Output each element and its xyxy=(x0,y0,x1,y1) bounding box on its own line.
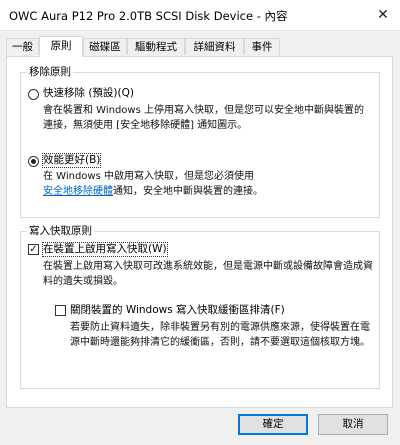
close-button[interactable]: ✕ xyxy=(374,6,392,24)
better-performance-description: 在 Windows 中啟用寫入快取，但是您必須使用 安全地移除硬體通知，安全地中… xyxy=(43,169,373,199)
better-performance-radio[interactable] xyxy=(28,156,39,167)
window-title: OWC Aura P12 Pro 2.0TB SCSI Disk Device … xyxy=(9,9,288,23)
ok-button[interactable]: 確定 xyxy=(238,414,308,435)
tab-driver[interactable]: 驅動程式 xyxy=(127,38,185,55)
cancel-button[interactable]: 取消 xyxy=(318,414,388,435)
quick-removal-label[interactable]: 快速移除 (預設)(Q) xyxy=(43,87,134,100)
tab-general[interactable]: 一般 xyxy=(6,38,39,55)
better-performance-text-1: 在 Windows 中啟用寫入快取，但是您必須使用 xyxy=(43,171,254,182)
tab-policies[interactable]: 原則 xyxy=(39,36,83,57)
write-cache-policy-group: 寫入快取原則 ✓ 在裝置上啟用寫入快取(W) 在裝置上啟用寫入快取可改進系統效能… xyxy=(20,225,380,389)
radio-selected-dot xyxy=(31,159,36,164)
enable-write-cache-checkbox[interactable]: ✓ xyxy=(28,244,39,255)
tab-details[interactable]: 詳細資料 xyxy=(185,38,244,55)
quick-removal-description: 會在裝置和 Windows 上停用寫入快取，但是您可以安全地中斷與裝置的連接，無… xyxy=(43,105,364,131)
safely-remove-hardware-link[interactable]: 安全地移除硬體 xyxy=(43,186,113,197)
tab-strip: 一般 原則 磁碟區 驅動程式 詳細資料 事件 xyxy=(6,36,394,57)
policies-panel: 移除原則 快速移除 (預設)(Q) 會在裝置和 Windows 上停用寫入快取，… xyxy=(6,56,393,408)
removal-policy-group: 移除原則 快速移除 (預設)(Q) 會在裝置和 Windows 上停用寫入快取，… xyxy=(20,66,380,218)
tab-volumes[interactable]: 磁碟區 xyxy=(83,38,127,55)
write-cache-policy-title: 寫入快取原則 xyxy=(27,225,94,238)
disable-buffer-flush-label[interactable]: 關閉裝置的 Windows 寫入快取緩衝區排清(F) xyxy=(70,304,285,317)
enable-write-cache-description: 在裝置上啟用寫入快取可改進系統效能，但是電源中斷或設備故障會造成資料的遺失或損毀… xyxy=(43,261,373,287)
title-bar: OWC Aura P12 Pro 2.0TB SCSI Disk Device … xyxy=(0,0,400,31)
enable-write-cache-label[interactable]: 在裝置上啟用寫入快取(W) xyxy=(42,242,168,257)
better-performance-label[interactable]: 效能更好(B) xyxy=(41,153,102,168)
close-icon: ✕ xyxy=(377,7,389,23)
disable-buffer-flush-checkbox[interactable] xyxy=(55,305,66,316)
quick-removal-radio[interactable] xyxy=(28,89,39,100)
better-performance-text-2: 通知，安全地中斷與裝置的連接。 xyxy=(113,186,263,197)
checkmark-icon: ✓ xyxy=(29,244,38,255)
tab-events[interactable]: 事件 xyxy=(244,38,280,55)
disable-buffer-flush-description: 若要防止資料遺失，除非裝置另有別的電源供應來源，使得裝置在電源中斷時還能夠排清它… xyxy=(70,322,370,348)
removal-policy-title: 移除原則 xyxy=(27,66,73,79)
